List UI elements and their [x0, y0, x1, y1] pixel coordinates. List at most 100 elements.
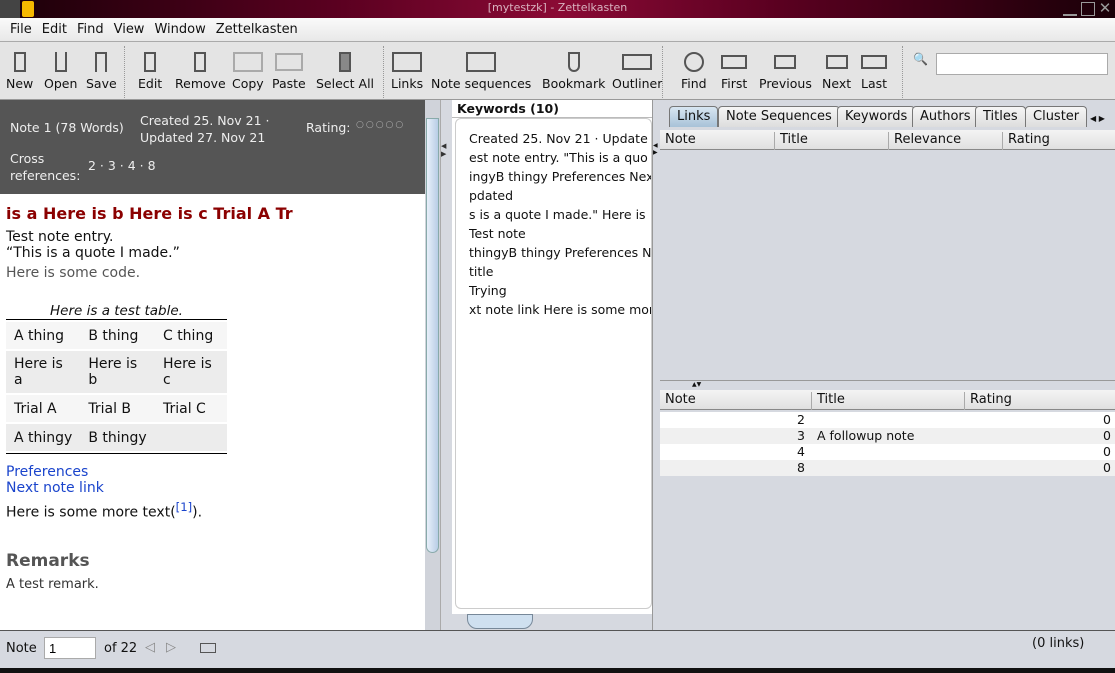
keyword-item[interactable]: pdated — [469, 186, 651, 205]
next-button[interactable]: Next — [822, 48, 851, 91]
next-note-link[interactable]: Next note link — [6, 480, 419, 496]
table-row: A thing B thing C thing — [6, 322, 227, 349]
keyword-item[interactable]: thingyB thingy Preferences N — [469, 243, 651, 262]
edit-button[interactable]: Edit — [138, 48, 162, 91]
remark-text: A test remark. — [6, 576, 99, 592]
window-menu-button[interactable] — [0, 0, 20, 18]
table-cell: Trial A — [6, 395, 81, 422]
table-cell — [154, 424, 227, 451]
keyword-item[interactable]: xt note link Here is some mor — [469, 300, 651, 319]
table-row[interactable]: 40 — [660, 444, 1115, 460]
menu-zettelkasten[interactable]: Zettelkasten — [216, 22, 298, 37]
refs-table-header: Note Title Rating — [660, 390, 1115, 410]
note-info-header: Note 1 (78 Words) Created 25. Nov 21 · U… — [0, 100, 425, 194]
table-cell: 0 — [1103, 428, 1111, 443]
note-label: Note — [6, 641, 37, 656]
preferences-link[interactable]: Preferences — [6, 464, 419, 480]
note-total: of 22 — [104, 641, 138, 656]
layout-toggle-icon[interactable] — [200, 643, 216, 653]
menu-bar: File Edit Find View Window Zettelkasten — [0, 18, 1115, 42]
table-cell: C thing — [154, 322, 227, 349]
tab-links[interactable]: Links — [669, 106, 719, 127]
maximize-button[interactable] — [1081, 2, 1095, 16]
keyword-item[interactable]: est note entry. "This is a quo — [469, 148, 651, 167]
note-code: Here is some code. — [6, 265, 141, 281]
scrollbar-thumb[interactable] — [467, 614, 533, 629]
copy-button[interactable]: Copy — [232, 48, 264, 91]
next-icon — [822, 48, 851, 76]
splitter-right[interactable]: ◀ ▶ — [652, 100, 660, 630]
open-icon — [44, 48, 77, 76]
note-scrollbar[interactable] — [425, 100, 440, 630]
close-button[interactable]: ✕ — [1097, 0, 1113, 16]
previous-button[interactable]: Previous — [759, 48, 812, 91]
toolbar-separator — [902, 46, 903, 98]
keyword-item[interactable]: Trying — [469, 281, 651, 300]
prev-note-icon[interactable]: ◁ — [145, 640, 155, 655]
note-dates: Created 25. Nov 21 · Updated 27. Nov 21 — [140, 113, 270, 145]
tab-cluster[interactable]: Cluster — [1025, 106, 1088, 127]
links-button[interactable]: Links — [391, 48, 423, 91]
new-button[interactable]: New — [6, 48, 33, 91]
find-icon — [681, 48, 707, 76]
open-button[interactable]: Open — [44, 48, 77, 91]
table-cell: 3 — [797, 428, 805, 443]
tab-titles[interactable]: Titles — [975, 106, 1026, 127]
bookmark-button[interactable]: Bookmark — [542, 48, 605, 91]
table-row: Trial A Trial B Trial C — [6, 395, 227, 422]
find-button[interactable]: Find — [681, 48, 707, 91]
note-title: is a Here is b Here is c Trial A Tr — [6, 204, 293, 223]
table-row[interactable]: 80 — [660, 460, 1115, 476]
last-button[interactable]: Last — [861, 48, 887, 91]
rating-label: Rating: — [306, 120, 351, 135]
table-cell: Trial B — [80, 395, 155, 422]
table-cell: A thingy — [6, 424, 81, 451]
menu-edit[interactable]: Edit — [42, 22, 67, 37]
col-rating[interactable]: Rating — [1002, 132, 1050, 150]
tab-authors[interactable]: Authors — [912, 106, 979, 127]
col-title[interactable]: Title — [811, 392, 845, 410]
keyword-item[interactable]: Test note — [469, 224, 651, 243]
col-rating[interactable]: Rating — [964, 392, 1012, 410]
splitter-left[interactable]: ◀ ▶ — [440, 100, 452, 630]
table-row[interactable]: 3 A followup note 0 — [660, 428, 1115, 444]
keywords-list[interactable]: Created 25. Nov 21 · Update est note entr… — [455, 118, 652, 609]
col-note[interactable]: Note — [660, 132, 696, 150]
keywords-hscrollbar[interactable] — [452, 614, 652, 630]
keyword-item[interactable]: Created 25. Nov 21 · Update — [469, 129, 651, 148]
col-note[interactable]: Note — [660, 392, 696, 410]
tab-keywords[interactable]: Keywords — [837, 106, 916, 127]
note-number-input[interactable] — [44, 637, 96, 659]
keyword-item[interactable]: title — [469, 262, 651, 281]
note-sequences-button[interactable]: Note sequences — [431, 48, 531, 91]
menu-find[interactable]: Find — [77, 22, 104, 37]
rating-stars[interactable]: ○○○○○ — [356, 120, 405, 130]
table-row[interactable]: 20 — [660, 412, 1115, 428]
paste-button[interactable]: Paste — [272, 48, 306, 91]
cross-references-links[interactable]: 2 · 3 · 4 · 8 — [88, 158, 156, 173]
save-button[interactable]: Save — [86, 48, 117, 91]
bookmark-label: Bookmark — [542, 76, 606, 91]
col-title[interactable]: Title — [774, 132, 808, 150]
remove-button[interactable]: Remove — [175, 48, 226, 91]
table-cell: Trial C — [154, 395, 227, 422]
first-button[interactable]: First — [721, 48, 747, 91]
keyword-item[interactable]: ingyB thingy Preferences Nex — [469, 167, 651, 186]
footnote-link[interactable]: [1] — [176, 500, 193, 514]
minimize-button[interactable] — [1063, 2, 1077, 16]
tab-scroll-arrows[interactable]: ◀ ▶ — [1090, 114, 1105, 123]
tab-note-sequences[interactable]: Note Sequences — [718, 106, 840, 127]
scrollbar-thumb[interactable] — [426, 118, 439, 553]
vertical-splitter[interactable]: ▲▼ — [660, 380, 1115, 389]
next-note-icon[interactable]: ▷ — [166, 640, 176, 655]
col-relevance[interactable]: Relevance — [888, 132, 961, 150]
select-all-button[interactable]: Select All — [316, 48, 374, 91]
menu-view[interactable]: View — [114, 22, 145, 37]
bookmark-icon — [542, 48, 605, 76]
keyword-item[interactable]: s is a quote I made." Here is — [469, 205, 651, 224]
menu-file[interactable]: File — [10, 22, 32, 37]
menu-window[interactable]: Window — [154, 22, 205, 37]
links-icon — [391, 48, 423, 76]
outliner-button[interactable]: Outliner — [612, 48, 662, 91]
search-input[interactable] — [936, 53, 1108, 75]
